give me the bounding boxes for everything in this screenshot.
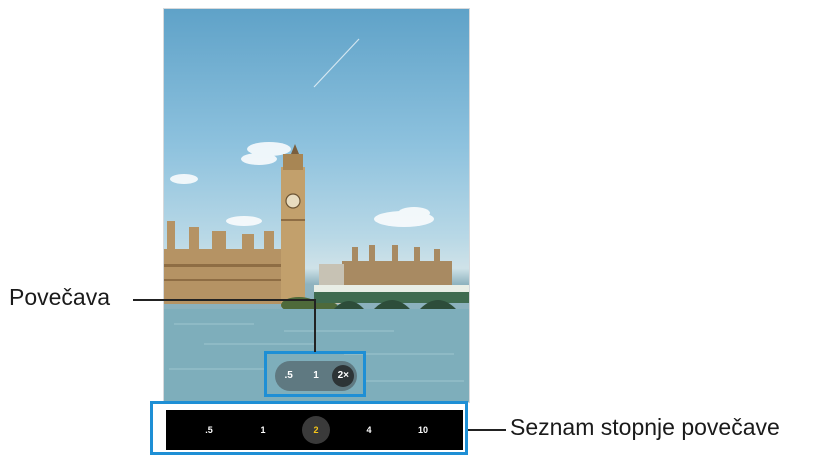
zoom-callout-line	[133, 299, 315, 301]
zoom-option-0.5[interactable]: .5	[278, 365, 300, 387]
camera-preview[interactable]	[163, 8, 470, 403]
zoom-callout-label: Povečava	[9, 284, 111, 310]
zoom-levels-callout-label: Seznam stopnje povečave	[510, 414, 780, 440]
zoom-levels-callout-line	[468, 429, 506, 431]
zoom-level-0.5[interactable]: .5	[194, 410, 224, 450]
zoom-level-10[interactable]: 10	[408, 410, 438, 450]
zoom-level-list: .5 1 2 4 10	[166, 410, 463, 450]
zoom-option-2[interactable]: 2×	[332, 365, 355, 387]
landscape-image	[164, 38, 469, 402]
zoom-level-1[interactable]: 1	[248, 410, 278, 450]
zoom-level-2-label: 2	[302, 416, 330, 444]
zoom-callout-line-vertical	[314, 299, 316, 352]
zoom-level-2[interactable]: 2	[301, 410, 331, 450]
zoom-level-4[interactable]: 4	[354, 410, 384, 450]
zoom-pill: .5 1 2×	[275, 361, 357, 391]
zoom-option-1[interactable]: 1	[305, 365, 327, 387]
